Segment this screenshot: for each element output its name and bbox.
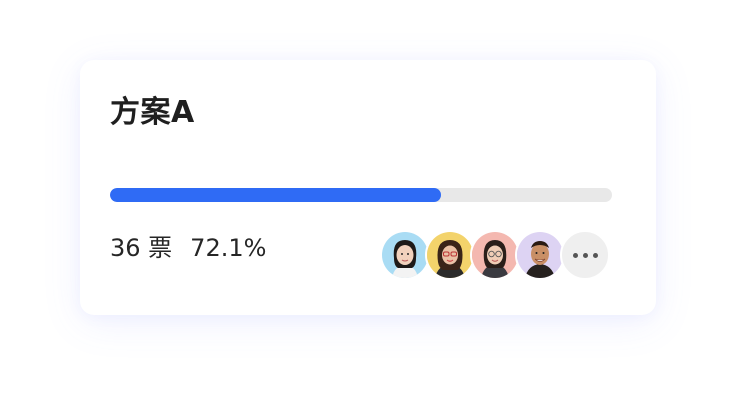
option-title: 方案A [110,95,195,130]
voter-avatar-4[interactable] [515,230,565,280]
more-voters-button[interactable] [560,230,610,280]
person-avatar-icon [472,232,518,278]
stage: 方案A 36 票 72.1% [0,0,736,420]
person-avatar-icon [427,232,473,278]
person-avatar-icon [382,232,428,278]
vote-count: 36 票 [110,234,173,262]
vote-percent: 72.1% [190,234,267,262]
vote-progress-fill [110,188,442,202]
voter-avatar-1[interactable] [380,230,430,280]
more-dots-icon [582,252,588,258]
vote-progress-bar [110,188,612,202]
more-dots-icon [592,252,598,258]
vote-stats: 36 票 72.1% [110,236,266,260]
vote-option-card[interactable]: 方案A 36 票 72.1% [80,60,656,315]
person-avatar-icon [517,232,563,278]
voter-avatar-list[interactable] [380,230,612,280]
voter-avatar-2[interactable] [425,230,475,280]
more-dots-icon [572,252,578,258]
voter-avatar-3[interactable] [470,230,520,280]
